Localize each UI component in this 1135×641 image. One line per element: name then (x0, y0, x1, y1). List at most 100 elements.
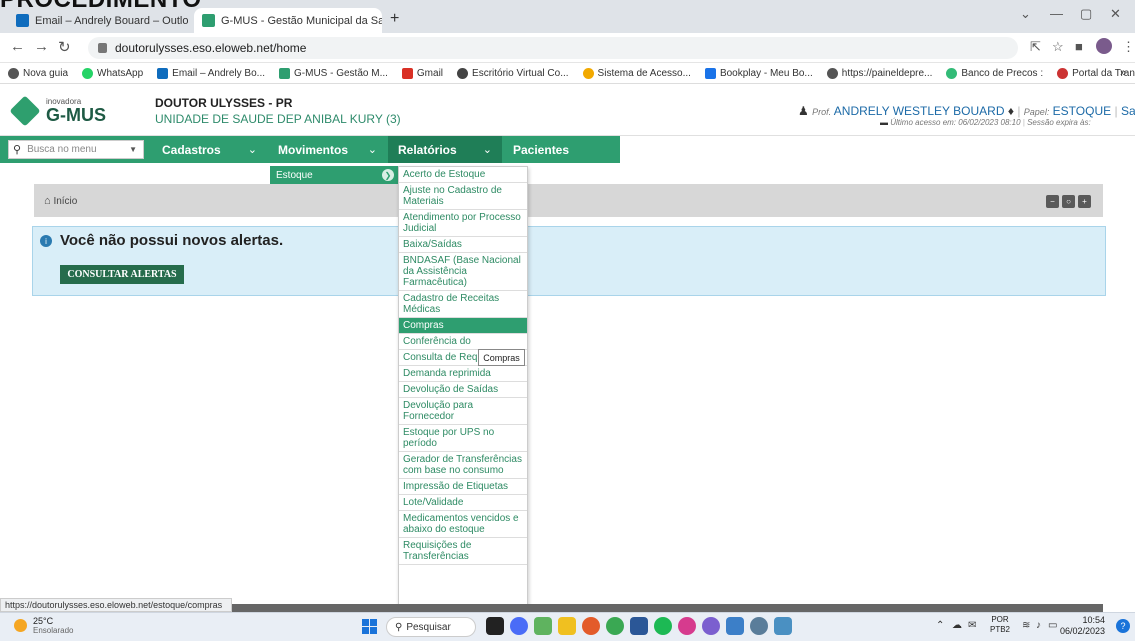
window-close-icon[interactable]: ✕ (1110, 6, 1121, 22)
dropdown-item[interactable]: Estoque por UPS no período (399, 425, 527, 452)
clock[interactable]: 10:54 06/02/2023 (1060, 615, 1105, 637)
dropdown-item[interactable]: BNDASAF (Base Nacional da Assistência Fa… (399, 253, 527, 291)
dropdown-item[interactable]: Acerto de Estoque (399, 167, 527, 183)
chevron-up-icon[interactable]: ⌃ (936, 620, 944, 631)
menu-kebab-icon[interactable]: ⋮ (1122, 39, 1135, 55)
settings-icon[interactable] (750, 617, 768, 635)
gmail-icon (401, 67, 413, 79)
zoom-reset-icon[interactable]: ○ (1062, 195, 1075, 208)
bookmark-item[interactable]: Banco de Precos : (946, 67, 1043, 79)
app-icon[interactable] (678, 617, 696, 635)
zoom-out-icon[interactable]: − (1046, 195, 1059, 208)
role-name[interactable]: ESTOQUE (1053, 104, 1111, 118)
minimize-icon[interactable]: — (1050, 6, 1063, 21)
spotify-icon[interactable] (654, 617, 672, 635)
dropdown-item[interactable]: Lote/Validade (399, 495, 527, 511)
forward-icon[interactable]: → (34, 38, 49, 55)
user-name[interactable]: ANDRELY WESTLEY BOUARD (834, 104, 1005, 118)
portal-icon (1057, 67, 1069, 79)
dropdown-item[interactable]: Requisições de Transferências (399, 538, 527, 565)
dropdown-item[interactable]: Atendimento por Processo Judicial (399, 210, 527, 237)
chevron-down-icon: ⌄ (247, 144, 257, 156)
menu-relatorios[interactable]: Relatórios ⌄ (388, 136, 502, 163)
star-icon[interactable]: ☆ (1052, 39, 1064, 55)
submenu-estoque[interactable]: Estoque ❯ (270, 166, 398, 184)
dropdown-item-active[interactable]: Compras (399, 318, 527, 334)
back-icon[interactable]: ← (10, 38, 25, 55)
dropdown-item[interactable]: Devolução para Fornecedor (399, 398, 527, 425)
overlay-heading: PROCEDIMENTO (0, 0, 202, 14)
sidepanel-icon[interactable]: ■ (1075, 39, 1083, 54)
dropdown-item[interactable]: Devolução de Saídas (399, 382, 527, 398)
volume-icon[interactable]: ♪ (1036, 620, 1041, 631)
dropdown-item[interactable]: Impressão de Etiquetas (399, 479, 527, 495)
breadcrumb-home[interactable]: ⌂ Início (44, 195, 77, 207)
taskbar-search[interactable]: ⚲ Pesquisar (386, 617, 476, 637)
wifi-icon[interactable]: ≋ (1022, 620, 1030, 631)
dropdown-item[interactable]: Cadastro de Receitas Médicas (399, 291, 527, 318)
file-explorer-icon[interactable] (558, 617, 576, 635)
notification-icon[interactable]: ? (1116, 619, 1130, 633)
dropdown-item[interactable]: Medicamentos vencidos e abaixo do estoqu… (399, 511, 527, 538)
cloud-icon[interactable]: ☁ (952, 620, 962, 631)
gmail-tray-icon[interactable]: ✉ (968, 620, 976, 631)
avatar[interactable] (1096, 38, 1112, 54)
menu-search-input[interactable]: ⚲ Busca no menu ▼ (8, 140, 144, 159)
dropdown-item[interactable]: Baixa/Saídas (399, 237, 527, 253)
menu-pacientes[interactable]: Pacientes (503, 136, 603, 163)
bookmarks-more-icon[interactable]: » (1120, 67, 1126, 79)
computer-icon: ▬ (880, 118, 888, 127)
tooltip: Compras (478, 349, 525, 366)
sun-icon (14, 619, 27, 632)
dropdown-item[interactable]: Demanda reprimida (399, 366, 527, 382)
menu-movimentos[interactable]: Movimentos ⌄ (268, 136, 387, 163)
bookmark-item[interactable]: Nova guia (8, 67, 68, 79)
dropdown-item[interactable]: Conferência do (399, 334, 527, 350)
bookmark-item[interactable]: WhatsApp (82, 67, 143, 79)
language-indicator[interactable]: POR PTB2 (990, 615, 1010, 635)
user-info: ♟ Prof. ANDRELY WESTLEY BOUARD ♦ | Papel… (798, 104, 1135, 118)
gmus-logo[interactable]: inovadora G-MUS (9, 92, 138, 130)
browser-tab-gmus[interactable]: G-MUS - Gestão Municipal da Sa ✕ (194, 8, 382, 33)
tab-title: G-MUS - Gestão Municipal da Sa (221, 14, 382, 27)
photos-icon[interactable] (534, 617, 552, 635)
user-icon: ♟ (798, 104, 809, 118)
restore-icon[interactable]: ▢ (1080, 6, 1092, 22)
logout-link[interactable]: Sair (1121, 104, 1135, 118)
chrome-icon[interactable] (606, 617, 624, 635)
lock-icon (98, 43, 107, 53)
share-icon[interactable]: ⇱ (1030, 39, 1041, 55)
menubar-blank (620, 136, 1135, 163)
reload-icon[interactable]: ↻ (58, 38, 71, 56)
tab-search-icon[interactable]: ⌄ (1020, 6, 1031, 22)
bookmark-item[interactable]: https://paineldepre... (826, 67, 932, 79)
dropdown-item[interactable]: Gerador de Transferências com base no co… (399, 452, 527, 479)
zoom-in-icon[interactable]: + (1078, 195, 1091, 208)
bookmark-item[interactable]: Email – Andrely Bo... (157, 67, 265, 79)
horizontal-scrollbar[interactable] (232, 604, 1103, 612)
bookmark-item[interactable]: Escritório Virtual Co... (457, 67, 569, 79)
bookmark-item[interactable]: Gmail (401, 67, 443, 79)
calculator-icon[interactable] (726, 617, 744, 635)
bell-icon[interactable]: ♦ (1008, 104, 1014, 118)
task-view-icon[interactable] (486, 617, 504, 635)
weather-widget[interactable]: 25°C Ensolarado (14, 616, 73, 635)
globe-icon (826, 67, 838, 79)
status-url: https://doutorulysses.eso.eloweb.net/est… (0, 598, 232, 612)
chat-icon[interactable] (510, 617, 528, 635)
menu-cadastros[interactable]: Cadastros ⌄ (152, 136, 267, 163)
windows-start-icon[interactable] (362, 619, 377, 634)
bookmark-item[interactable]: Bookplay - Meu Bo... (704, 67, 813, 79)
dropdown-item[interactable]: Ajuste no Cadastro de Materiais (399, 183, 527, 210)
battery-icon[interactable]: ▭ (1048, 620, 1057, 631)
app-icon[interactable] (702, 617, 720, 635)
bookmark-item[interactable]: Sistema de Acesso... (582, 67, 691, 79)
image-viewer-icon[interactable] (774, 617, 792, 635)
consult-alerts-button[interactable]: CONSULTAR ALERTAS (60, 265, 184, 284)
city-name: DOUTOR ULYSSES - PR (155, 96, 293, 110)
bookmark-item[interactable]: G-MUS - Gestão M... (279, 67, 388, 79)
firefox-icon[interactable] (582, 617, 600, 635)
word-icon[interactable] (630, 617, 648, 635)
new-tab-button[interactable]: + (390, 10, 399, 28)
address-bar[interactable]: doutorulysses.eso.eloweb.net/home (88, 37, 1018, 59)
